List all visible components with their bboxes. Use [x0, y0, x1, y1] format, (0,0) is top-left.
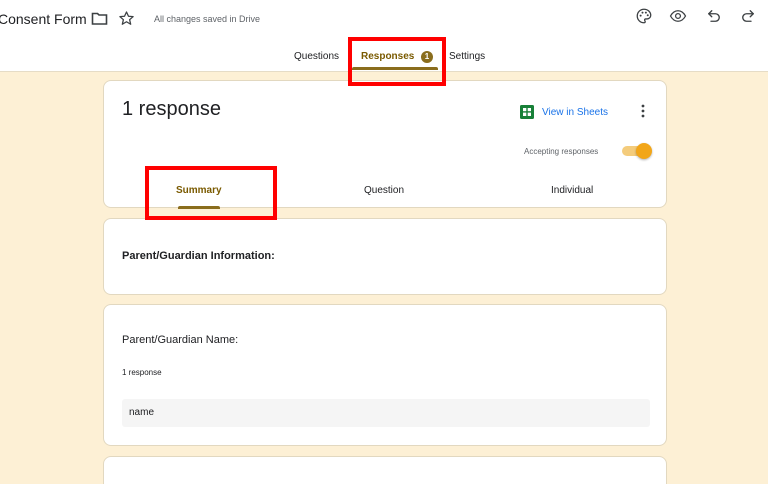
form-title[interactable]: Consent Form: [0, 11, 87, 27]
highlight-box-responses: [348, 37, 446, 86]
sheets-icon: [520, 105, 534, 119]
question-title: Parent/Guardian Name:: [122, 334, 239, 346]
section-title: Parent/Guardian Information:: [122, 250, 275, 262]
question-card: Parent/Guardian Name: 1 response name: [103, 304, 667, 446]
highlight-box-summary: [145, 166, 277, 220]
response-count-heading: 1 response: [122, 98, 221, 120]
more-options-icon[interactable]: [638, 103, 648, 119]
question-response-count: 1 response: [122, 368, 162, 377]
accepting-responses-label: Accepting responses: [524, 147, 599, 156]
tab-settings[interactable]: Settings: [449, 51, 485, 62]
eye-icon[interactable]: [669, 7, 687, 25]
answer-text: name: [129, 407, 155, 418]
next-question-card: [103, 456, 667, 484]
palette-icon[interactable]: [635, 7, 653, 25]
subtab-individual[interactable]: Individual: [551, 185, 593, 196]
tab-questions[interactable]: Questions: [294, 51, 339, 62]
toggle-knob: [636, 143, 652, 159]
save-status: All changes saved in Drive: [154, 14, 261, 24]
view-in-sheets-label: View in Sheets: [542, 106, 608, 118]
star-icon[interactable]: [118, 10, 135, 27]
undo-icon[interactable]: [705, 7, 723, 25]
section-card: Parent/Guardian Information:: [103, 218, 667, 295]
accepting-responses-toggle[interactable]: [622, 143, 652, 159]
answer-row: name: [122, 399, 650, 427]
redo-icon[interactable]: [739, 7, 757, 25]
view-in-sheets-button[interactable]: View in Sheets: [520, 103, 608, 121]
folder-icon[interactable]: [91, 11, 108, 26]
subtab-question[interactable]: Question: [364, 185, 404, 196]
